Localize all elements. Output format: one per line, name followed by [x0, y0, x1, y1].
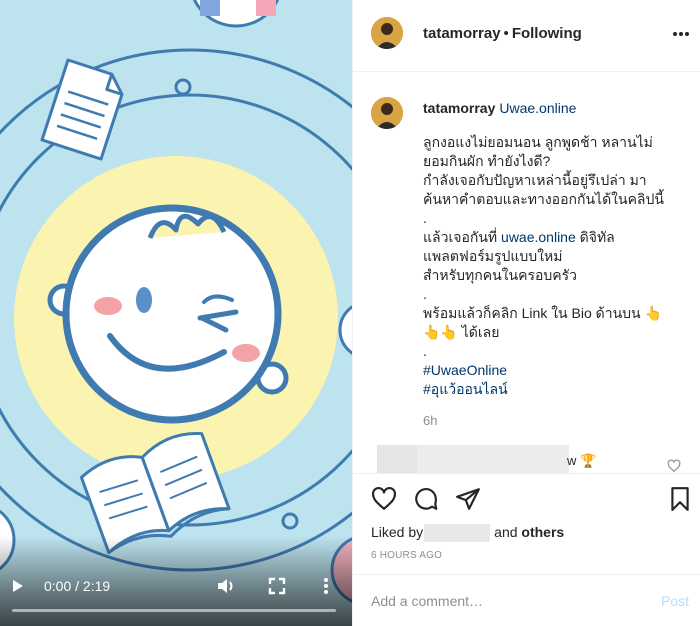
caption-inline-link[interactable]: uwae.online [501, 229, 576, 245]
posted-time[interactable]: 6 HOURS AGO [371, 550, 442, 561]
caption-line: ยอมกินผัก ทำยังไงดี? [423, 153, 551, 169]
header-user-line: tatamorray • Following [423, 24, 582, 44]
post-header: tatamorray • Following [353, 0, 700, 72]
header-separator: • [503, 25, 509, 42]
post-side-panel: tatamorray • Following tatamorray Uwae.onli… [352, 0, 700, 626]
video-more-icon[interactable] [318, 576, 334, 596]
top-badge [192, 0, 280, 28]
redacted-comment [417, 445, 569, 473]
video-controls-row: 0:00 / 2:19 [0, 574, 352, 598]
comment-row: w 🏆 [371, 445, 691, 473]
orbit-dot-bottom [281, 512, 299, 530]
liked-by-label: Liked by [371, 524, 424, 540]
caption-line-prefix: แล้วเจอกันที่ [423, 229, 502, 245]
comments-area[interactable]: tatamorray Uwae.online ลูกงอแงไม่ยอมนอน ล… [353, 73, 700, 473]
avatar[interactable] [371, 17, 403, 49]
video-time: 0:00 / 2:19 [44, 578, 111, 594]
comment-like-heart-icon[interactable] [667, 459, 681, 473]
caption-line: ค้นหาคำตอบและทางออกกันได้ในคลิปนี้ [423, 191, 664, 207]
volume-icon[interactable] [216, 576, 236, 596]
video-controls: 0:00 / 2:19 [0, 536, 352, 626]
post-actions: Liked by and others 6 HOURS AGO Post [353, 473, 700, 623]
play-icon[interactable] [10, 576, 26, 596]
redacted-avatar [377, 445, 417, 473]
heart-icon[interactable] [371, 486, 397, 512]
comment-input[interactable] [371, 589, 641, 613]
hashtag-link[interactable]: #อุแว้ออนไลน์ [423, 380, 683, 399]
comment-icon[interactable] [413, 486, 439, 512]
caption-line: พร้อมแล้วก็คลิก Link ใน Bio ด้านบน 👆 [423, 305, 662, 321]
caption-username[interactable]: tatamorray [423, 100, 495, 116]
ellipsis-icon[interactable] [671, 26, 691, 42]
caption-header: tatamorray Uwae.online [423, 99, 576, 117]
caption-text: ลูกงอแงไม่ยอมนอน ลูกพูดช้า หลานไม่ ยอมกิ… [423, 133, 683, 399]
caption-line: . [423, 286, 427, 302]
caption-site-link[interactable]: Uwae.online [499, 100, 576, 116]
post-media[interactable]: 0:00 / 2:19 [0, 0, 352, 626]
orbit-dot-top [174, 78, 192, 96]
liked-by-others-link[interactable]: others [521, 524, 564, 540]
header-username[interactable]: tatamorray [423, 25, 501, 42]
illustration [0, 0, 352, 603]
caption-time-ago[interactable]: 6h [423, 413, 437, 428]
caption-line: ลูกงอแงไม่ยอมนอน ลูกพูดช้า หลานไม่ [423, 134, 653, 150]
caption-line: กำลังเจอกับปัญหาเหล่านี้อยู่รึเปล่า มา [423, 172, 647, 188]
bookmark-icon[interactable] [667, 486, 693, 512]
caption-avatar[interactable] [371, 97, 403, 129]
caption-line-suffix: ดิจิทัล [575, 229, 615, 245]
video-progress-bar[interactable] [12, 609, 336, 612]
caption-line: . [423, 343, 427, 359]
comment-text-tail: w 🏆 [567, 453, 597, 468]
hashtag-link[interactable]: #UwaeOnline [423, 361, 683, 380]
right-badge [338, 305, 352, 355]
following-button[interactable]: Following [512, 25, 582, 42]
caption-line: สำหรับทุกคนในครอบครัว [423, 267, 578, 283]
caption-line: 👆👆 ได้เลย [423, 324, 500, 340]
caption-line: . [423, 210, 427, 226]
fullscreen-icon[interactable] [268, 577, 286, 595]
redacted-liker [424, 524, 491, 543]
caption-line: แพลตฟอร์มรูปแบบใหม่ [423, 248, 563, 264]
document-illustration [40, 58, 124, 161]
post-comment-button[interactable]: Post [661, 593, 689, 609]
caption-line: แล้วเจอกันที่ uwae.online ดิจิทัล [423, 228, 683, 247]
add-comment-bar: Post [353, 574, 700, 626]
share-icon[interactable] [455, 486, 481, 512]
liked-by-and: and [494, 524, 518, 540]
liked-by-line: Liked by and others [371, 522, 564, 543]
